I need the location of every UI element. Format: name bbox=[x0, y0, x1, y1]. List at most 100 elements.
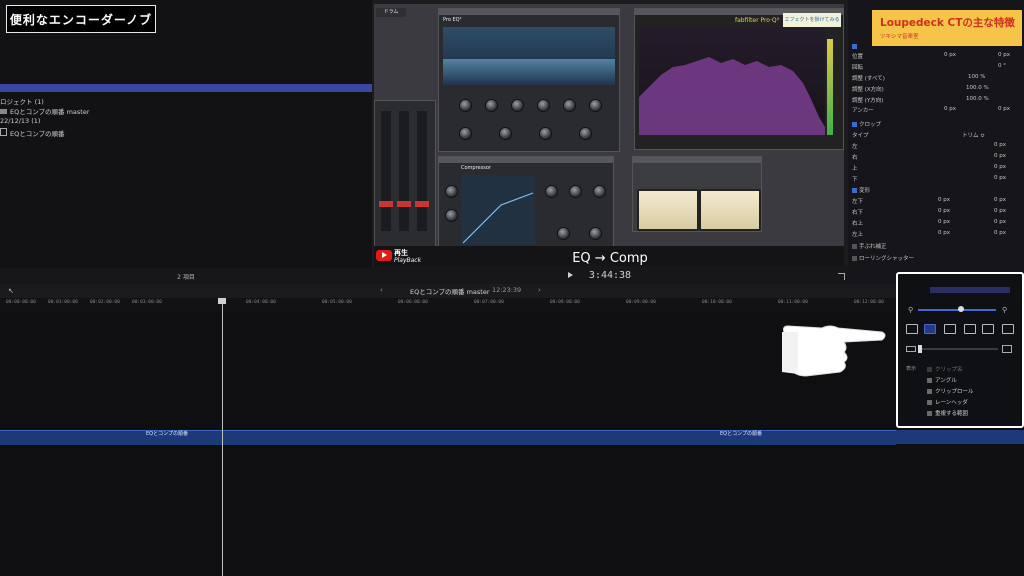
back-arrow-icon[interactable]: ‹ bbox=[380, 286, 383, 294]
appearance-waveform-icon[interactable] bbox=[906, 324, 918, 334]
clapper-icon bbox=[0, 109, 7, 114]
ruler-tick: 00:11:00:00 bbox=[778, 300, 808, 305]
inspector-transform-header[interactable] bbox=[852, 44, 859, 50]
eq-knob[interactable] bbox=[499, 127, 512, 140]
ruler-tick: 00:10:00:00 bbox=[702, 300, 732, 305]
vu-meter-window bbox=[632, 156, 762, 232]
clip-height-slider[interactable] bbox=[918, 348, 998, 350]
comp-knob[interactable] bbox=[545, 185, 558, 198]
comp-knob[interactable] bbox=[593, 185, 606, 198]
fx-note-label: エフェクトを掛けてみる bbox=[783, 13, 841, 27]
option-angle[interactable]: アングル bbox=[927, 376, 957, 384]
browser-item-count: 2 項目 bbox=[0, 268, 372, 284]
inspector-crop-top[interactable]: 上0 px bbox=[852, 164, 1006, 172]
video-frame[interactable]: ドラム Pro EQ² fabfilter Pro·Q³ エフェクトを掛けてみる bbox=[374, 4, 844, 264]
option-clip-roll[interactable]: クリップロール bbox=[927, 387, 974, 395]
proq-brand: fabfilter Pro·Q³ bbox=[735, 17, 780, 24]
inspector-row-scale-all[interactable]: 調整 (すべて) 100 % bbox=[852, 74, 985, 82]
fullscreen-icon[interactable] bbox=[838, 273, 845, 280]
inspector-crop-left[interactable]: 左0 px bbox=[852, 142, 1006, 150]
clip-height-large-icon bbox=[1002, 345, 1012, 353]
option-overlap-range[interactable]: 重複する範囲 bbox=[927, 409, 968, 417]
eq-knob[interactable] bbox=[459, 127, 472, 140]
compressor-curve bbox=[461, 175, 535, 245]
appearance-filmstrip-large-icon[interactable] bbox=[982, 324, 994, 334]
library-browser bbox=[0, 0, 372, 284]
timeline-clip[interactable] bbox=[896, 430, 1024, 444]
popup-icon-bar bbox=[930, 287, 1010, 293]
appearance-waveform-large-icon[interactable] bbox=[924, 324, 936, 334]
proq-window: fabfilter Pro·Q³ エフェクトを掛けてみる bbox=[634, 8, 844, 150]
ruler-tick: 00:00:00:00 bbox=[6, 300, 36, 305]
zoom-out-icon[interactable]: ⚲ bbox=[908, 306, 913, 314]
inspector-crop-right[interactable]: 右0 px bbox=[852, 153, 1006, 161]
ruler-tick: 00:06:00:00 bbox=[398, 300, 428, 305]
clip-label: EQとコンプの順番 bbox=[146, 431, 188, 437]
output-meter bbox=[827, 39, 833, 135]
ruler-tick: 00:02:00:00 bbox=[90, 300, 120, 305]
inspector-distort-top-left[interactable]: 左上 0 px 0 px bbox=[852, 230, 1006, 238]
inspector-row-position[interactable]: 位置 0 px 0 px bbox=[852, 52, 1010, 60]
eq-knob[interactable] bbox=[485, 99, 498, 112]
option-clip-name[interactable]: クリップ名 bbox=[927, 365, 963, 373]
inspector-row-scale-x[interactable]: 調整 (X方向) 100.0 % bbox=[852, 85, 989, 93]
browser-selected-header[interactable] bbox=[0, 84, 372, 92]
badge-title: Loupedeck CTの主な特徴 bbox=[880, 17, 1015, 29]
playhead[interactable] bbox=[222, 298, 223, 576]
appearance-half-icon[interactable] bbox=[944, 324, 956, 334]
inspector-distort-bottom-left[interactable]: 左下 0 px 0 px bbox=[852, 197, 1006, 205]
eq-knob[interactable] bbox=[579, 127, 592, 140]
viewer-timecode: 3:44:38 bbox=[588, 270, 632, 281]
inspector-crop-bottom[interactable]: 下0 px bbox=[852, 175, 1006, 183]
library-row-project-master[interactable]: EQとコンプの順番 master bbox=[0, 106, 90, 116]
comp-knob[interactable] bbox=[445, 185, 458, 198]
pointing-hand-icon bbox=[778, 318, 888, 386]
inspector-rolling-shutter[interactable]: ローリングシャッター bbox=[852, 254, 914, 262]
inspector-row-rotation[interactable]: 回転 0 ° bbox=[852, 63, 1006, 71]
clip-height-thumb[interactable] bbox=[918, 345, 922, 353]
eq-knob[interactable] bbox=[589, 99, 602, 112]
select-tool-icon[interactable]: ↖ bbox=[8, 287, 14, 295]
forward-arrow-icon[interactable]: › bbox=[538, 286, 541, 294]
comp-knob[interactable] bbox=[569, 185, 582, 198]
inspector-distort-bottom-right[interactable]: 右下 0 px 0 px bbox=[852, 208, 1006, 216]
mixer-strip bbox=[374, 100, 436, 252]
appearance-name-only-icon[interactable] bbox=[1002, 324, 1014, 334]
ruler-tick: 00:05:00:00 bbox=[322, 300, 352, 305]
ruler-tick: 00:04:00:00 bbox=[246, 300, 276, 305]
inspector-row-anchor[interactable]: アンカー 0 px 0 px bbox=[852, 106, 1010, 114]
library-row-project[interactable]: ロジェクト (1) bbox=[0, 96, 44, 106]
timeline-project-name[interactable]: EQとコンプの順番 master bbox=[410, 286, 490, 296]
eq-knob[interactable] bbox=[511, 99, 524, 112]
clip-height-small-icon bbox=[906, 346, 916, 352]
library-row-event[interactable]: EQとコンプの順番 bbox=[0, 128, 65, 138]
vu-meter-left bbox=[637, 189, 699, 231]
zoom-in-icon[interactable]: ⚲ bbox=[1002, 306, 1007, 314]
inspector-crop-type[interactable]: タイプ トリム ≎ bbox=[852, 131, 985, 139]
inspector-stabilization[interactable]: 手ぶれ補正 bbox=[852, 242, 887, 250]
playback-label-en: PlayBack bbox=[394, 257, 422, 264]
inspector-distort-top-right[interactable]: 右上 0 px 0 px bbox=[852, 219, 1006, 227]
zoom-slider-thumb[interactable] bbox=[958, 306, 964, 312]
comp-knob[interactable] bbox=[589, 227, 602, 240]
eq-knob[interactable] bbox=[539, 127, 552, 140]
inspector-row-scale-y[interactable]: 調整 (Y方向) 100.0 % bbox=[852, 96, 989, 104]
play-icon bbox=[382, 252, 387, 258]
option-lane-header[interactable]: レーンヘッダ bbox=[927, 398, 968, 406]
video-caption: EQ → Comp bbox=[572, 251, 648, 266]
eq-knob[interactable] bbox=[537, 99, 550, 112]
ruler-tick: 00:07:00:00 bbox=[474, 300, 504, 305]
appearance-filmstrip-icon[interactable] bbox=[964, 324, 976, 334]
compressor-title: Compressor bbox=[461, 165, 491, 171]
library-row-date[interactable]: 22/12/13 (1) bbox=[0, 117, 40, 125]
zoom-slider[interactable] bbox=[918, 309, 996, 311]
inspector-distort-header[interactable]: 変形 bbox=[852, 186, 870, 194]
vu-meter-right bbox=[699, 189, 761, 231]
eq-knob[interactable] bbox=[459, 99, 472, 112]
comp-knob[interactable] bbox=[557, 227, 570, 240]
eq-knob[interactable] bbox=[563, 99, 576, 112]
overlay-title: 便利なエンコーダーノブ bbox=[6, 5, 156, 33]
inspector-crop-header[interactable]: クロップ bbox=[852, 120, 881, 128]
playhead-handle[interactable] bbox=[218, 298, 226, 304]
comp-knob[interactable] bbox=[445, 209, 458, 222]
